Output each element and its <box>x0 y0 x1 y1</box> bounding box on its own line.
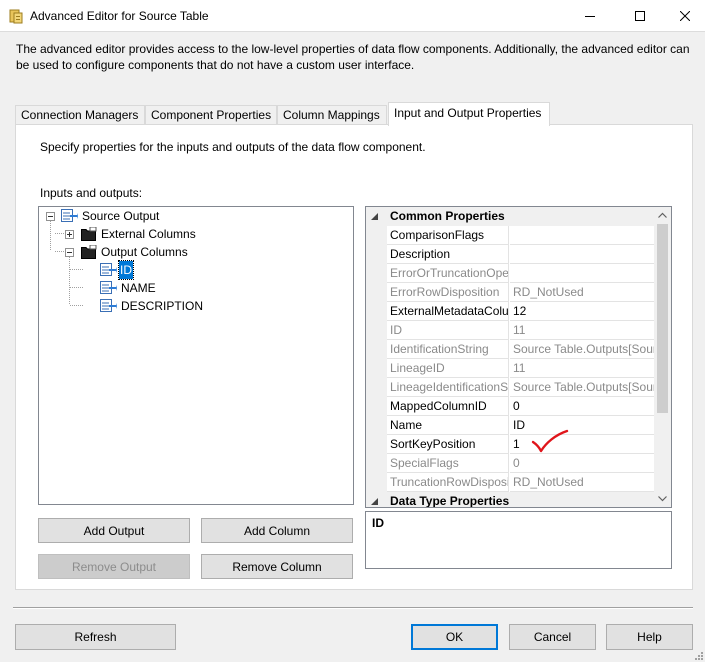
inputs-outputs-tree[interactable]: Source Output External Columns Output Co… <box>38 206 354 505</box>
tab-component-properties[interactable]: Component Properties <box>145 105 277 126</box>
column-icon <box>100 263 117 276</box>
tree-label: ID <box>118 260 134 280</box>
annotation-check-icon <box>531 429 569 453</box>
ok-button[interactable]: OK <box>411 624 498 650</box>
tree-label: DESCRIPTION <box>121 299 204 313</box>
category-data-type-properties[interactable]: Data Type Properties <box>366 492 656 507</box>
close-button[interactable] <box>662 0 705 31</box>
scroll-up-icon[interactable] <box>658 211 667 220</box>
collapse-icon[interactable] <box>46 212 55 221</box>
tree-label: Output Columns <box>101 245 188 259</box>
tree-item-source-output[interactable]: Source Output <box>39 207 239 225</box>
tree-item-column-description[interactable]: DESCRIPTION <box>39 297 239 315</box>
column-icon <box>100 281 117 294</box>
property-row-sortkeyposition[interactable]: SortKeyPosition 1 <box>366 435 656 454</box>
refresh-button[interactable]: Refresh <box>15 624 176 650</box>
minimize-button[interactable] <box>567 0 613 31</box>
maximize-icon <box>635 10 645 21</box>
tree-item-column-id[interactable]: ID <box>39 260 239 280</box>
property-row[interactable]: ComparisonFlags <box>366 226 656 245</box>
minimize-icon <box>585 15 595 17</box>
title-bar: Advanced Editor for Source Table <box>0 0 705 32</box>
property-row[interactable]: LineageIdentificationS Source Table.Outp… <box>366 378 656 397</box>
property-row[interactable]: Name ID <box>366 416 656 435</box>
collapse-triangle-icon[interactable] <box>370 497 379 506</box>
collapse-icon[interactable] <box>65 248 74 257</box>
property-row[interactable]: IdentificationString Source Table.Output… <box>366 340 656 359</box>
tree-item-external-columns[interactable]: External Columns <box>39 225 239 243</box>
window-title: Advanced Editor for Source Table <box>30 9 209 23</box>
property-row[interactable]: MappedColumnID 0 <box>366 397 656 416</box>
property-row[interactable]: LineageID 11 <box>366 359 656 378</box>
folder-icon <box>81 245 97 259</box>
editor-description: The advanced editor provides access to t… <box>16 42 690 72</box>
output-icon <box>61 209 78 222</box>
tree-item-output-columns[interactable]: Output Columns <box>39 243 239 261</box>
remove-column-button[interactable]: Remove Column <box>201 554 353 579</box>
property-grid-scrollbar[interactable] <box>654 207 671 507</box>
column-icon <box>100 299 117 312</box>
tree-label: External Columns <box>101 227 196 241</box>
maximize-button[interactable] <box>617 0 663 31</box>
property-row[interactable]: ID 11 <box>366 321 656 340</box>
property-row[interactable]: ExternalMetadataColu 12 <box>366 302 656 321</box>
tab-connection-managers[interactable]: Connection Managers <box>15 105 145 126</box>
cancel-button[interactable]: Cancel <box>509 624 596 650</box>
category-common-properties[interactable]: Common Properties <box>366 207 656 226</box>
footer-separator <box>13 607 693 609</box>
close-icon <box>680 10 690 21</box>
inputs-outputs-label: Inputs and outputs: <box>40 186 143 200</box>
tree-item-column-name[interactable]: NAME <box>39 279 239 297</box>
property-description-title: ID <box>372 516 384 530</box>
scrollbar-thumb[interactable] <box>657 224 668 413</box>
property-row[interactable]: ErrorRowDisposition RD_NotUsed <box>366 283 656 302</box>
add-output-button[interactable]: Add Output <box>38 518 190 543</box>
help-button[interactable]: Help <box>606 624 693 650</box>
tree-label: NAME <box>121 281 156 295</box>
property-row[interactable]: SpecialFlags 0 <box>366 454 656 473</box>
tree-label: Source Output <box>82 209 160 223</box>
tab-column-mappings[interactable]: Column Mappings <box>277 105 387 126</box>
tab-input-output-properties[interactable]: Input and Output Properties <box>388 102 550 126</box>
folder-icon <box>81 227 97 241</box>
scroll-down-icon[interactable] <box>658 494 667 503</box>
property-row[interactable]: TruncationRowDisposi RD_NotUsed <box>366 473 656 492</box>
expand-icon[interactable] <box>65 230 74 239</box>
add-column-button[interactable]: Add Column <box>201 518 353 543</box>
remove-output-button[interactable]: Remove Output <box>38 554 190 579</box>
resize-grip-icon[interactable] <box>693 650 703 660</box>
collapse-triangle-icon[interactable] <box>370 212 379 221</box>
panel-description: Specify properties for the inputs and ou… <box>40 140 426 154</box>
property-row[interactable]: Description <box>366 245 656 264</box>
property-row[interactable]: ErrorOrTruncationOpe <box>366 264 656 283</box>
property-grid[interactable]: Common Properties ComparisonFlags Descri… <box>365 206 672 508</box>
property-description-pane: ID <box>365 511 672 569</box>
ssis-app-icon <box>9 9 23 24</box>
tab-panel: Specify properties for the inputs and ou… <box>15 124 693 590</box>
